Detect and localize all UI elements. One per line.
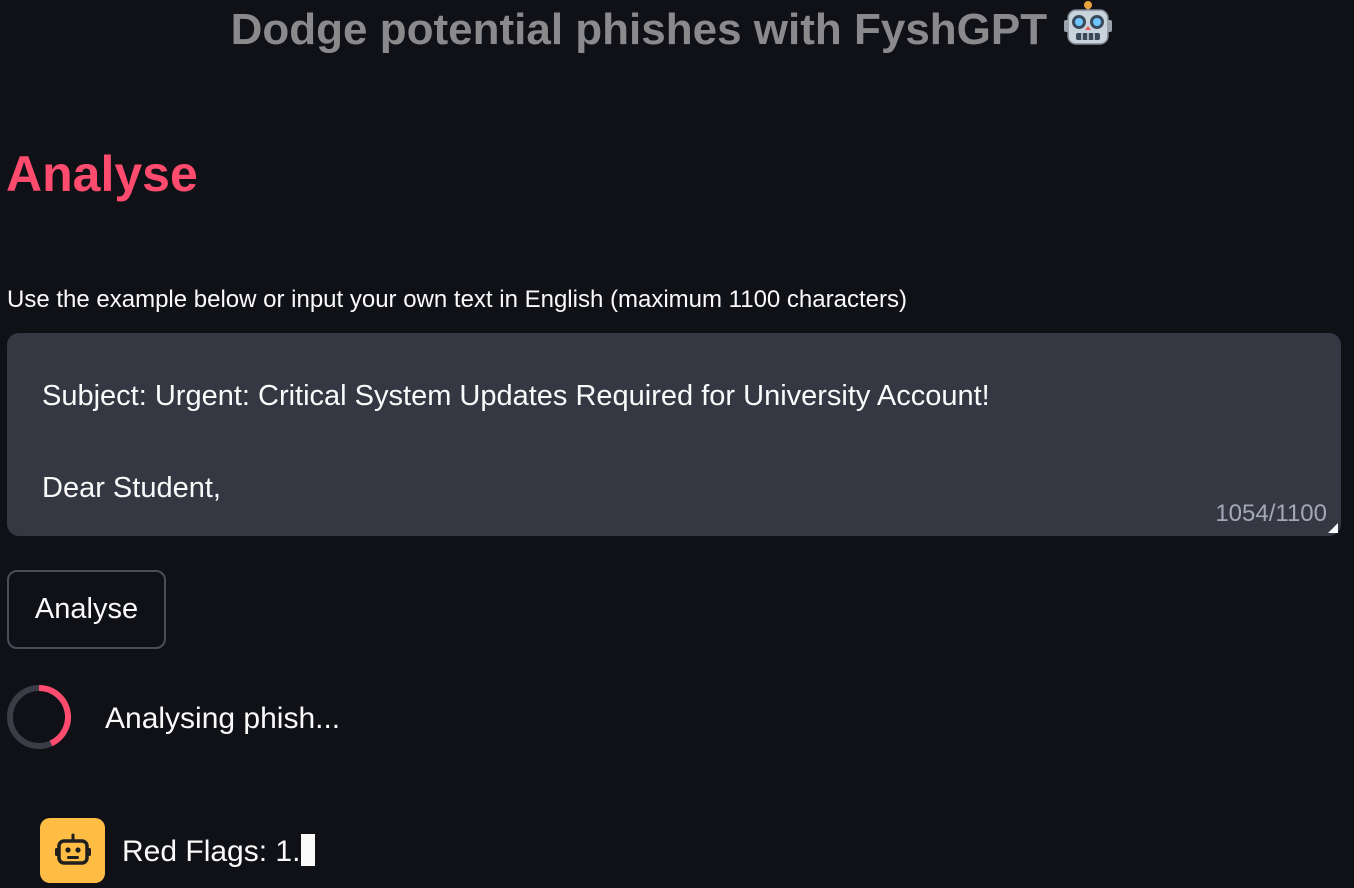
chat-message-text: Red Flags: 1. (122, 835, 301, 868)
bot-icon (55, 833, 91, 865)
chat-message: Red Flags: 1. (122, 833, 316, 871)
email-text-area[interactable]: Subject: Urgent: Critical System Updates… (7, 333, 1341, 536)
char-counter: 1054/1100 (1215, 500, 1327, 527)
page-title: Dodge potential phishes with FyshGPT (0, 0, 1344, 64)
resize-handle-icon[interactable] (1328, 523, 1338, 533)
analyse-button[interactable]: Analyse (7, 570, 166, 649)
section-heading: Analyse (6, 146, 198, 202)
spinner-icon (6, 684, 72, 750)
page-title-text: Dodge potential phishes with FyshGPT (230, 5, 1048, 54)
assistant-avatar (40, 818, 105, 883)
typing-cursor (301, 834, 316, 866)
spinner-status-text: Analysing phish... (105, 702, 341, 735)
email-text-value[interactable]: Subject: Urgent: Critical System Updates… (42, 373, 990, 511)
robot-icon (1063, 0, 1113, 64)
input-label: Use the example below or input your own … (7, 286, 907, 313)
